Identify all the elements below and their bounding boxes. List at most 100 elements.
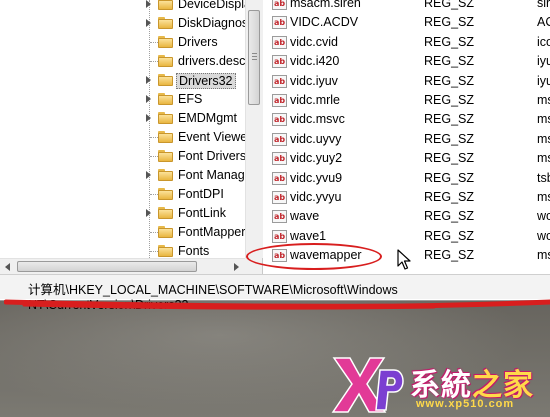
- string-value-icon: ab: [272, 152, 287, 166]
- value-row[interactable]: ab msacm.siren REG_SZ sir: [266, 0, 550, 13]
- expand-arrow-icon[interactable]: [146, 95, 151, 103]
- tree-connector: [150, 251, 158, 252]
- tree-item[interactable]: FontDPI: [0, 185, 262, 204]
- value-name: vidc.iyuv: [290, 73, 338, 88]
- site-url: www.xp510.com: [416, 398, 515, 410]
- scroll-right-arrow-icon[interactable]: [234, 263, 239, 271]
- value-data: iyu: [537, 73, 550, 88]
- value-type: REG_SZ: [424, 151, 475, 166]
- folder-icon: [158, 0, 173, 10]
- value-row[interactable]: abvidc.yvyu REG_SZ ms: [266, 188, 550, 207]
- string-value-icon: ab: [272, 35, 287, 49]
- folder-icon: [158, 17, 173, 29]
- folder-icon: [158, 131, 173, 143]
- tree-connector: [150, 232, 158, 233]
- tree-horizontal-scrollbar[interactable]: [0, 258, 262, 275]
- folder-icon: [158, 207, 173, 219]
- value-row[interactable]: ab vidc.cvid REG_SZ ico: [266, 33, 550, 52]
- tree-item[interactable]: EMDMgmt: [0, 109, 262, 128]
- value-type: REG_SZ: [424, 15, 475, 30]
- value-row[interactable]: ab wave REG_SZ wc: [266, 207, 550, 226]
- tree-item[interactable]: FontLink: [0, 204, 262, 223]
- tree-item-label: DiskDiagnos: [178, 16, 249, 30]
- value-data: ms: [537, 248, 550, 263]
- expand-arrow-icon[interactable]: [146, 209, 151, 217]
- expand-arrow-icon[interactable]: [146, 76, 151, 84]
- tree-item[interactable]: DiskDiagnos: [0, 14, 262, 33]
- tree-item[interactable]: EFS: [0, 90, 262, 109]
- folder-icon: [158, 150, 173, 162]
- value-name: vidc.i420: [290, 54, 340, 69]
- value-type: REG_SZ: [424, 54, 475, 69]
- string-value-icon: ab: [272, 132, 287, 146]
- value-name: vidc.yuy2: [290, 151, 343, 166]
- folder-icon: [158, 245, 173, 257]
- value-data: sir: [537, 0, 550, 10]
- string-value-icon: ab: [272, 0, 287, 10]
- scroll-left-arrow-icon[interactable]: [5, 263, 10, 271]
- value-type: REG_SZ: [424, 93, 475, 107]
- grip-line: [252, 53, 257, 54]
- folder-icon: [158, 55, 173, 67]
- value-name: msacm.siren: [290, 0, 361, 10]
- tree-item[interactable]: Font Drivers: [0, 147, 262, 166]
- grip-line: [252, 59, 257, 60]
- expand-arrow-icon[interactable]: [146, 114, 151, 122]
- folder-icon: [158, 93, 173, 105]
- tree-item[interactable]: DeviceDispla: [0, 0, 262, 14]
- value-row[interactable]: ab VIDC.ACDV REG_SZ AC: [266, 13, 550, 32]
- string-value-icon: ab: [272, 94, 287, 107]
- tree-item-label: Font Drivers: [178, 149, 247, 163]
- registry-tree-pane[interactable]: DeviceDispla DiskDiagnos Drivers drivers.de…: [0, 0, 263, 274]
- tree-item[interactable]: Event Viewer: [0, 128, 262, 147]
- tree-vertical-scroll-thumb[interactable]: [248, 10, 260, 105]
- value-row[interactable]: ab vidc.i420 REG_SZ iyu: [266, 52, 550, 71]
- value-name: vidc.uyvy: [290, 131, 342, 146]
- expand-arrow-icon[interactable]: [146, 19, 151, 27]
- tree-item-label: drivers.desc: [178, 54, 246, 68]
- status-bar: 计算机\HKEY_LOCAL_MACHINE\SOFTWARE\Microsof…: [0, 274, 550, 312]
- value-name: vidc.msvc: [290, 112, 345, 127]
- registry-values-list[interactable]: ab msacm.siren REG_SZ sir ab VIDC.ACDV REG_SZ A…: [266, 0, 550, 274]
- folder-icon: [158, 112, 173, 124]
- value-data: ms: [537, 131, 550, 146]
- red-highlight-circle: [246, 243, 382, 270]
- string-value-icon: ab: [272, 191, 287, 204]
- tree-connector: [150, 194, 158, 195]
- tree-vertical-scrollbar[interactable]: [245, 0, 263, 258]
- tree-item[interactable]: drivers.desc: [0, 52, 262, 71]
- site-watermark-logo: 系統之家 www.xp510.com: [330, 352, 550, 416]
- tree-item-label: EMDMgmt: [178, 111, 238, 125]
- value-type: REG_SZ: [424, 34, 475, 49]
- value-row[interactable]: abvidc.uyvy REG_SZ ms: [266, 130, 550, 149]
- value-data: ms: [537, 93, 550, 107]
- value-row[interactable]: abvidc.yuy2 REG_SZ ms: [266, 149, 550, 168]
- folder-icon: [158, 169, 173, 181]
- value-type: REG_SZ: [424, 228, 475, 243]
- value-type: REG_SZ: [424, 209, 475, 224]
- red-underline-stroke: [4, 299, 550, 310]
- value-row[interactable]: abvidc.yvu9 REG_SZ tsb: [266, 169, 550, 188]
- tree-horizontal-scroll-thumb[interactable]: [17, 261, 197, 272]
- tree-item-label: Drivers32: [176, 73, 236, 89]
- value-row[interactable]: abvidc.msvc REG_SZ ms: [266, 110, 550, 129]
- tree-item-label: EFS: [178, 92, 203, 106]
- value-name: VIDC.ACDV: [290, 15, 359, 30]
- value-name: wave: [290, 209, 320, 224]
- tree-item[interactable]: Drivers: [0, 33, 262, 52]
- string-value-icon: ab: [272, 55, 287, 69]
- value-type: REG_SZ: [424, 131, 475, 146]
- tree-item[interactable]: Font Manag: [0, 166, 262, 185]
- string-value-icon: ab: [272, 210, 287, 224]
- value-data: tsb: [537, 170, 550, 185]
- tree-item[interactable]: Drivers32: [0, 71, 262, 90]
- tree-item[interactable]: FontMapper: [0, 223, 262, 242]
- value-row[interactable]: ab vidc.iyuv REG_SZ iyu: [266, 72, 550, 91]
- registry-editor-window: DeviceDispla DiskDiagnos Drivers drivers.de…: [0, 0, 550, 312]
- expand-arrow-icon[interactable]: [146, 171, 151, 179]
- value-type: REG_SZ: [424, 190, 475, 204]
- value-name: wave1: [290, 228, 327, 243]
- expand-arrow-icon[interactable]: [146, 0, 151, 8]
- value-type: REG_SZ: [424, 248, 475, 263]
- value-row[interactable]: abvidc.mrle REG_SZ ms: [266, 91, 550, 110]
